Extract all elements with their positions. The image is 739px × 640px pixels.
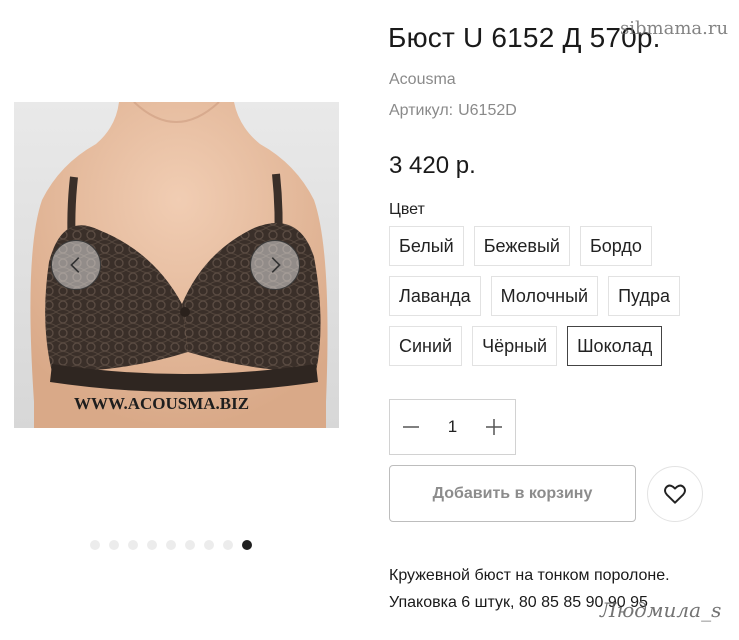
heart-icon — [663, 484, 687, 504]
product-gallery: WWW.ACOUSMA.BIZ — [14, 102, 339, 428]
color-row: Синий Чёрный Шоколад — [389, 326, 689, 366]
gallery-dot[interactable] — [242, 540, 252, 550]
quantity-stepper: 1 — [389, 399, 516, 455]
color-option[interactable]: Бежевый — [473, 226, 570, 266]
wishlist-button[interactable] — [647, 466, 703, 522]
color-row: Лаванда Молочный Пудра — [389, 276, 689, 316]
color-option[interactable]: Лаванда — [389, 276, 481, 316]
color-row: Белый Бежевый Бордо — [389, 226, 689, 266]
color-option[interactable]: Шоколад — [567, 326, 663, 366]
gallery-prev-button[interactable] — [51, 240, 101, 290]
chevron-right-icon — [271, 257, 281, 273]
plus-icon — [486, 419, 502, 435]
chevron-left-icon — [70, 257, 80, 273]
gallery-dot[interactable] — [185, 540, 195, 550]
quantity-decrease-button[interactable] — [390, 400, 432, 454]
image-watermark: WWW.ACOUSMA.BIZ — [74, 394, 249, 413]
quantity-increase-button[interactable] — [473, 400, 515, 454]
add-to-cart-button[interactable]: Добавить в корзину — [389, 465, 636, 522]
color-option[interactable]: Молочный — [490, 276, 599, 316]
description-line: Кружевной бюст на тонком поролоне. — [389, 567, 670, 584]
sku-value: U6152D — [458, 102, 517, 119]
color-option[interactable]: Чёрный — [472, 326, 558, 366]
gallery-dot[interactable] — [128, 540, 138, 550]
product-sku: Артикул: U6152D — [389, 102, 517, 120]
minus-icon — [403, 426, 419, 428]
product-price: 3 420 р. — [389, 152, 476, 179]
watermark-top: sibmama.ru — [620, 18, 729, 39]
color-options: Белый Бежевый Бордо Лаванда Молочный Пудра Син… — [389, 226, 689, 376]
gallery-dot[interactable] — [204, 540, 214, 550]
product-brand[interactable]: Acousma — [389, 71, 456, 89]
quantity-value[interactable]: 1 — [432, 417, 473, 437]
color-option[interactable]: Пудра — [608, 276, 680, 316]
gallery-pagination — [90, 540, 252, 550]
gallery-dot[interactable] — [90, 540, 100, 550]
gallery-dot[interactable] — [147, 540, 157, 550]
gallery-dot[interactable] — [109, 540, 119, 550]
gallery-dot[interactable] — [223, 540, 233, 550]
gallery-next-button[interactable] — [250, 240, 300, 290]
color-option[interactable]: Бордо — [579, 226, 652, 266]
gallery-dot[interactable] — [166, 540, 176, 550]
watermark-bottom: Людмила_s — [600, 598, 722, 622]
color-option[interactable]: Синий — [389, 326, 463, 366]
color-option[interactable]: Белый — [389, 226, 464, 266]
sku-label: Артикул: — [389, 102, 454, 119]
color-label: Цвет — [389, 201, 425, 218]
